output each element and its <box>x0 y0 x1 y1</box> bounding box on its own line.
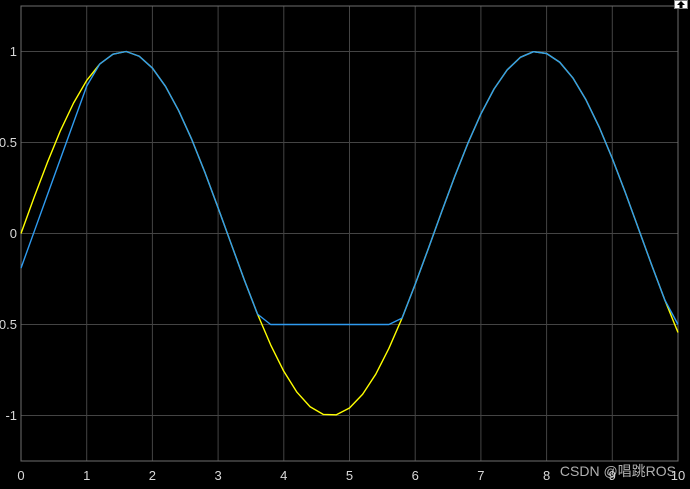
watermark-text: CSDN @唱跳ROS <box>560 463 676 479</box>
x-tick-label: 3 <box>214 468 221 483</box>
x-tick-label: 4 <box>280 468 287 483</box>
line-chart: 012345678910-1-0.500.51 CSDN @唱跳ROS <box>0 0 690 489</box>
x-tick-label: 7 <box>477 468 484 483</box>
x-tick-label: 2 <box>149 468 156 483</box>
x-tick-label: 6 <box>412 468 419 483</box>
y-tick-label: -0.5 <box>0 317 17 332</box>
arrow-up-icon <box>677 1 685 8</box>
x-tick-label: 5 <box>346 468 353 483</box>
x-tick-label: 1 <box>83 468 90 483</box>
y-tick-label: 0 <box>10 226 17 241</box>
expand-axes-button[interactable] <box>674 0 688 9</box>
x-tick-label: 0 <box>17 468 24 483</box>
y-tick-label: -1 <box>5 408 17 423</box>
x-tick-label: 8 <box>543 468 550 483</box>
y-tick-label: 0.5 <box>0 135 17 150</box>
y-tick-label: 1 <box>10 44 17 59</box>
